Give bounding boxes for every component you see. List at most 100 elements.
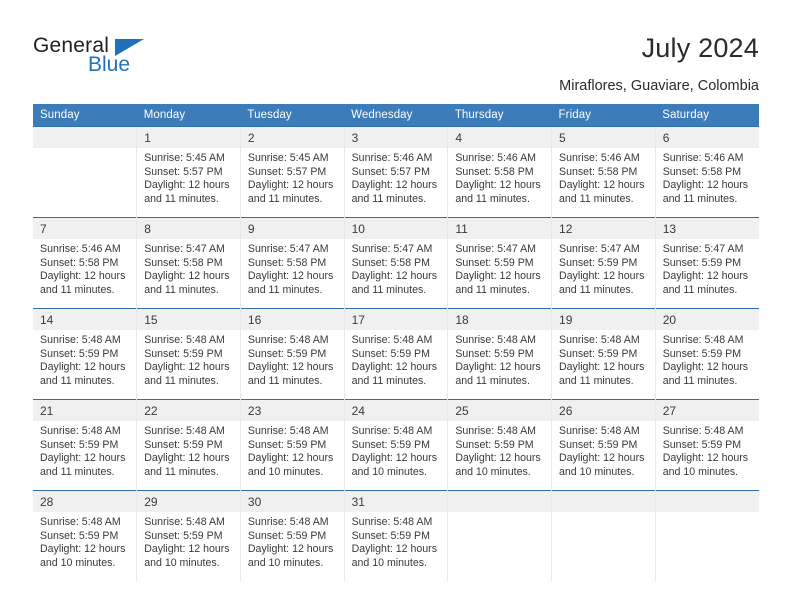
day-number: 24: [344, 400, 448, 421]
daylight-text: and 11 minutes.: [662, 192, 738, 205]
calendar-day-cell[interactable]: 12 Sunrise: 5:47 AM Sunset: 5:59 PM Dayligh…: [551, 217, 656, 309]
calendar-day-cell[interactable]: 10 Sunrise: 5:47 AM Sunset: 5:58 PM Dayligh…: [343, 217, 448, 309]
day-number: 5: [552, 127, 655, 148]
calendar-day-cell[interactable]: 11 Sunrise: 5:47 AM Sunset: 5:59 PM Dayligh…: [447, 217, 552, 309]
calendar-day-cell[interactable]: 21 Sunrise: 5:48 AM Sunset: 5:59 PM Dayligh…: [33, 399, 137, 491]
sunrise-text: Sunrise: 5:48 AM: [40, 516, 121, 528]
daylight-text: Daylight: 12 hours: [144, 270, 230, 283]
sunrise-text: Sunrise: 5:48 AM: [247, 334, 329, 346]
daylight-text: Daylight: 12 hours: [144, 543, 230, 556]
daylight-text: and 11 minutes.: [559, 283, 634, 296]
calendar-day-cell[interactable]: 30 Sunrise: 5:48 AM Sunset: 5:59 PM Dayligh…: [239, 490, 345, 581]
calendar-day-cell[interactable]: 29 Sunrise: 5:48 AM Sunset: 5:59 PM Dayligh…: [136, 490, 241, 581]
sunrise-text: Sunrise: 5:48 AM: [247, 516, 329, 528]
sunset-text: Sunset: 5:57 PM: [144, 165, 223, 178]
page-subtitle: Miraflores, Guaviare, Colombia: [559, 78, 759, 94]
day-number: 12: [552, 218, 655, 239]
sunset-text: Sunset: 5:58 PM: [351, 256, 430, 269]
daylight-text: and 11 minutes.: [351, 192, 427, 205]
day-details: Sunrise: 5:48 AM Sunset: 5:59 PM Daylight:…: [552, 330, 655, 388]
calendar-day-cell[interactable]: 23 Sunrise: 5:48 AM Sunset: 5:59 PM Dayligh…: [239, 399, 345, 491]
sunrise-text: Sunrise: 5:48 AM: [144, 334, 225, 346]
calendar-cell-empty: [33, 126, 137, 218]
calendar-day-cell[interactable]: 26 Sunrise: 5:48 AM Sunset: 5:59 PM Dayligh…: [551, 399, 656, 491]
sunrise-text: Sunrise: 5:47 AM: [247, 243, 329, 255]
calendar-day-cell[interactable]: 14 Sunrise: 5:48 AM Sunset: 5:59 PM Dayligh…: [33, 308, 137, 400]
calendar-day-cell[interactable]: 17 Sunrise: 5:48 AM Sunset: 5:59 PM Dayligh…: [343, 308, 448, 400]
weekday-header-row: Sunday Monday Tuesday Wednesday Thursday Frid…: [33, 104, 759, 127]
sunset-text: Sunset: 5:59 PM: [247, 529, 327, 542]
calendar-day-cell[interactable]: 5 Sunrise: 5:46 AM Sunset: 5:58 PM Daylight…: [551, 126, 656, 218]
sunrise-text: Sunrise: 5:48 AM: [662, 425, 744, 437]
daylight-text: Daylight: 12 hours: [662, 361, 749, 374]
day-number: [655, 491, 759, 512]
day-details: Sunrise: 5:48 AM Sunset: 5:59 PM Daylight:…: [137, 512, 240, 570]
calendar-day-cell[interactable]: 7 Sunrise: 5:46 AM Sunset: 5:58 PM Daylight…: [33, 217, 137, 309]
daylight-text: Daylight: 12 hours: [455, 361, 541, 374]
sunset-text: Sunset: 5:59 PM: [662, 256, 742, 269]
calendar-week-row: 14 Sunrise: 5:48 AM Sunset: 5:59 PM Dayligh…: [33, 308, 759, 400]
sunset-text: Sunset: 5:59 PM: [247, 347, 327, 360]
daylight-text: Daylight: 12 hours: [662, 270, 749, 283]
calendar-day-cell[interactable]: 4 Sunrise: 5:46 AM Sunset: 5:58 PM Daylight…: [447, 126, 552, 218]
sunrise-text: Sunrise: 5:48 AM: [351, 425, 433, 437]
day-number: 30: [240, 491, 344, 512]
sunrise-text: Sunrise: 5:46 AM: [40, 243, 121, 255]
calendar-day-cell[interactable]: 20 Sunrise: 5:48 AM Sunset: 5:59 PM Dayligh…: [654, 308, 759, 400]
calendar-day-cell[interactable]: 1 Sunrise: 5:45 AM Sunset: 5:57 PM Daylight…: [136, 126, 241, 218]
daylight-text: and 11 minutes.: [455, 374, 530, 387]
day-details: Sunrise: 5:45 AM Sunset: 5:57 PM Daylight:…: [137, 148, 240, 206]
daylight-text: Daylight: 12 hours: [40, 270, 126, 283]
daylight-text: and 10 minutes.: [247, 465, 324, 478]
calendar-day-cell[interactable]: 6 Sunrise: 5:46 AM Sunset: 5:58 PM Daylight…: [654, 126, 759, 218]
calendar-day-cell[interactable]: 13 Sunrise: 5:47 AM Sunset: 5:59 PM Dayligh…: [654, 217, 759, 309]
calendar-day-cell[interactable]: 18 Sunrise: 5:48 AM Sunset: 5:59 PM Dayligh…: [447, 308, 552, 400]
calendar-day-cell[interactable]: 16 Sunrise: 5:48 AM Sunset: 5:59 PM Dayligh…: [239, 308, 345, 400]
calendar-day-cell[interactable]: 28 Sunrise: 5:48 AM Sunset: 5:59 PM Dayligh…: [33, 490, 137, 581]
calendar-day-cell[interactable]: 9 Sunrise: 5:47 AM Sunset: 5:58 PM Daylight…: [239, 217, 345, 309]
calendar-day-cell[interactable]: 3 Sunrise: 5:46 AM Sunset: 5:57 PM Daylight…: [343, 126, 448, 218]
calendar-day-cell[interactable]: 24 Sunrise: 5:48 AM Sunset: 5:59 PM Dayligh…: [343, 399, 448, 491]
daylight-text: and 10 minutes.: [662, 465, 739, 478]
sunrise-text: Sunrise: 5:47 AM: [559, 243, 640, 255]
calendar-day-cell[interactable]: 25 Sunrise: 5:48 AM Sunset: 5:59 PM Dayligh…: [447, 399, 552, 491]
daylight-text: Daylight: 12 hours: [40, 361, 126, 374]
daylight-text: and 11 minutes.: [247, 192, 323, 205]
daylight-text: and 11 minutes.: [559, 374, 634, 387]
daylight-text: and 11 minutes.: [144, 374, 219, 387]
weekday-header-thursday: Thursday: [447, 104, 552, 127]
sunrise-text: Sunrise: 5:48 AM: [662, 334, 744, 346]
daylight-text: and 10 minutes.: [455, 465, 531, 478]
daylight-text: Daylight: 12 hours: [247, 543, 334, 556]
calendar-day-cell[interactable]: 8 Sunrise: 5:47 AM Sunset: 5:58 PM Daylight…: [136, 217, 241, 309]
sunset-text: Sunset: 5:58 PM: [455, 165, 534, 178]
daylight-text: Daylight: 12 hours: [247, 270, 334, 283]
daylight-text: and 11 minutes.: [455, 192, 530, 205]
calendar-day-cell[interactable]: 2 Sunrise: 5:45 AM Sunset: 5:57 PM Daylight…: [239, 126, 345, 218]
general-blue-logo: General Blue: [33, 34, 233, 84]
day-details: Sunrise: 5:48 AM Sunset: 5:59 PM Daylight:…: [137, 330, 240, 388]
calendar-day-cell[interactable]: 19 Sunrise: 5:48 AM Sunset: 5:59 PM Dayligh…: [551, 308, 656, 400]
day-number: 26: [552, 400, 655, 421]
calendar-day-cell[interactable]: 31 Sunrise: 5:48 AM Sunset: 5:59 PM Dayligh…: [343, 490, 448, 581]
daylight-text: and 11 minutes.: [662, 374, 738, 387]
weekday-header-tuesday: Tuesday: [240, 104, 345, 127]
daylight-text: Daylight: 12 hours: [40, 543, 126, 556]
sunset-text: Sunset: 5:59 PM: [144, 347, 223, 360]
day-details: Sunrise: 5:47 AM Sunset: 5:58 PM Daylight:…: [345, 239, 448, 297]
sunrise-text: Sunrise: 5:48 AM: [144, 516, 225, 528]
calendar-day-cell[interactable]: 22 Sunrise: 5:48 AM Sunset: 5:59 PM Dayligh…: [136, 399, 241, 491]
daylight-text: Daylight: 12 hours: [247, 452, 334, 465]
sunrise-text: Sunrise: 5:48 AM: [351, 516, 433, 528]
daylight-text: Daylight: 12 hours: [559, 452, 645, 465]
day-number: 8: [137, 218, 240, 239]
daylight-text: and 11 minutes.: [40, 465, 115, 478]
daylight-text: and 11 minutes.: [144, 465, 219, 478]
calendar-day-cell[interactable]: 15 Sunrise: 5:48 AM Sunset: 5:59 PM Dayligh…: [136, 308, 241, 400]
sunset-text: Sunset: 5:59 PM: [662, 347, 742, 360]
calendar-day-cell[interactable]: 27 Sunrise: 5:48 AM Sunset: 5:59 PM Dayligh…: [654, 399, 759, 491]
day-number: 13: [655, 218, 759, 239]
daylight-text: and 10 minutes.: [559, 465, 635, 478]
day-number: 1: [137, 127, 240, 148]
day-details: Sunrise: 5:48 AM Sunset: 5:59 PM Daylight:…: [33, 512, 136, 570]
